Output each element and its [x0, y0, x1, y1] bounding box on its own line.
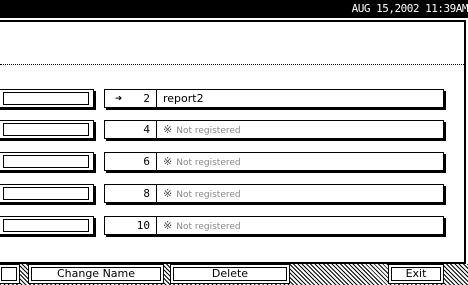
program-key-2[interactable]: ➔ 2 report2	[104, 89, 444, 108]
status-bar: AUG 15,2002 11:39AM	[0, 0, 468, 18]
program-number: 4	[105, 121, 157, 138]
program-key-1[interactable]	[0, 89, 94, 108]
program-key-4[interactable]: 4 ※ Not registered	[104, 120, 444, 139]
panel-header	[0, 22, 464, 65]
program-number: 6	[105, 153, 157, 170]
unregistered-mark-icon: ※	[163, 123, 173, 136]
date-time: AUG 15,2002 11:39AM	[351, 2, 468, 15]
program-name: ※ Not registered	[163, 155, 241, 168]
program-name: ※ Not registered	[163, 123, 241, 136]
exit-button[interactable]: Exit	[388, 264, 444, 284]
program-number: ➔ 2	[105, 90, 157, 107]
program-key-9[interactable]	[0, 216, 94, 235]
program-key-6[interactable]: 6 ※ Not registered	[104, 152, 444, 171]
change-name-button[interactable]: Change Name	[28, 264, 164, 284]
unregistered-mark-icon: ※	[163, 187, 173, 200]
program-key-7[interactable]	[0, 184, 94, 203]
program-name: report2	[163, 92, 204, 105]
program-number: 10	[105, 217, 157, 234]
unregistered-mark-icon: ※	[163, 155, 173, 168]
action-bar: Change Name Delete Exit	[0, 264, 468, 285]
program-key-5[interactable]	[0, 152, 94, 171]
program-name: ※ Not registered	[163, 219, 241, 232]
program-name: ※ Not registered	[163, 187, 241, 200]
program-number: 8	[105, 185, 157, 202]
program-key-10[interactable]: 10 ※ Not registered	[104, 216, 444, 235]
unregistered-mark-icon: ※	[163, 219, 173, 232]
program-key-8[interactable]: 8 ※ Not registered	[104, 184, 444, 203]
current-program-arrow-icon: ➔	[115, 91, 123, 105]
delete-button[interactable]: Delete	[170, 264, 290, 284]
program-panel: ➔ 2 report2 4 ※ Not registered 6 ※ Not reg…	[0, 20, 466, 264]
partial-left-button[interactable]	[0, 264, 20, 284]
program-key-3[interactable]	[0, 120, 94, 139]
